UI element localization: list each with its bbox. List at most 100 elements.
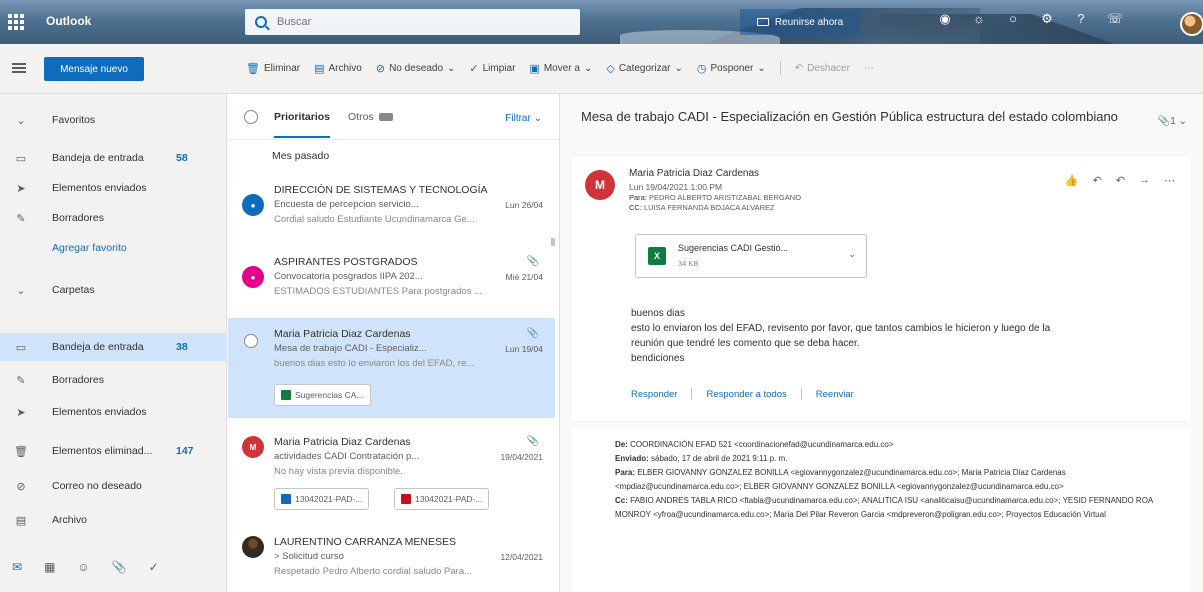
favorites-header[interactable]: ⌄ Favoritos <box>0 106 227 134</box>
app-launcher-icon[interactable] <box>8 14 24 30</box>
attachment-chip[interactable]: 13042021-PAD-... <box>274 488 370 510</box>
attachment-card[interactable]: X Sugerencias CADI Gestió... 34 KB ⌄ <box>635 234 867 278</box>
folder-drafts[interactable]: ✎ Borradores <box>0 366 227 394</box>
excel-file-icon: X <box>648 247 666 265</box>
conversation-count[interactable]: 📎1 ⌄ <box>1158 116 1187 127</box>
folder-deleted[interactable]: 🗑 Elementos eliminad... 147 <box>0 437 227 465</box>
reply-bar: Responder Responder a todos Reenviar <box>631 388 854 400</box>
attachment-chip[interactable]: Sugerencias CA... <box>274 384 371 406</box>
forward-icon[interactable]: → <box>1139 174 1150 187</box>
app-name[interactable]: Outlook <box>46 14 91 28</box>
toolbar-actions: 🗑 Eliminar ▤ Archivo ⊘ No deseado ⌄ ✓ Limpia… <box>246 61 874 75</box>
sender-avatar: M <box>585 170 615 200</box>
megaphone-icon[interactable]: ☏ <box>1106 10 1124 28</box>
message-item[interactable]: M Maria Patricia Diaz Cardenas 📎 activid… <box>228 426 555 520</box>
message-card: M Maria Patricia Diaz Cardenas Lun 19/04… <box>571 156 1191 421</box>
skype-icon[interactable]: ◉ <box>936 10 954 28</box>
hamburger-menu-icon[interactable] <box>12 63 26 73</box>
sender-name: ASPIRANTES POSTGRADOS <box>274 256 418 268</box>
filter-button[interactable]: Filtrar ⌄ <box>505 113 542 124</box>
message-item-selected[interactable]: Maria Patricia Diaz Cardenas 📎 Mesa de t… <box>228 318 555 418</box>
calendar-icon[interactable]: ▦ <box>44 560 55 574</box>
attachment-icon[interactable]: 📎 <box>112 560 127 574</box>
fav-sent[interactable]: ➤ Elementos enviados <box>0 174 227 202</box>
attachment-size: 34 KB <box>678 259 699 268</box>
chevron-down-icon: ⌄ <box>583 62 593 74</box>
trash-icon: 🗑 <box>246 62 260 75</box>
account-avatar[interactable] <box>1180 12 1203 36</box>
mail-icon[interactable]: ✉ <box>12 560 22 574</box>
move-to-button[interactable]: ▣ Mover a ⌄ <box>529 62 592 75</box>
list-header: Prioritarios Otros Filtrar ⌄ <box>228 94 559 140</box>
preview: ESTIMADOS ESTUDIANTES Para postgrados ..… <box>274 286 483 297</box>
undo-icon: ↶ <box>794 62 804 74</box>
preview: buenos dias esto lo enviaron los del EFA… <box>274 358 475 369</box>
folder-move-icon: ▣ <box>529 62 540 75</box>
more-options-icon[interactable]: ⋯ <box>864 63 874 74</box>
like-icon[interactable]: 👍 <box>1065 174 1079 187</box>
header-icons: ◉ ☼ ○ ⚙ ? ☏ <box>936 10 1124 28</box>
cc-recipients: CC: LUISA FERNANDA BOJACA ALVAREZ <box>629 203 775 212</box>
search-icon <box>255 16 267 28</box>
archive-button[interactable]: ▤ Archivo <box>314 62 362 75</box>
chevron-down-icon: ⌄ <box>16 114 26 127</box>
message-item[interactable]: LAURENTINO CARRANZA MENESES > Solicitud … <box>228 526 555 590</box>
select-all-checkbox[interactable] <box>244 110 258 124</box>
lightbulb-icon[interactable]: ☼ <box>970 10 988 28</box>
reply-button[interactable]: Responder <box>631 389 677 400</box>
sender-avatar: M <box>242 436 264 458</box>
chevron-down-icon[interactable]: ⌄ <box>848 249 856 260</box>
more-options-icon[interactable]: ⋯ <box>1164 174 1175 187</box>
chevron-down-icon: ⌄ <box>16 284 26 297</box>
sender-name[interactable]: Maria Patricia Diaz Cardenas <box>629 168 759 179</box>
inbox-icon: ▭ <box>15 152 27 165</box>
junk-button[interactable]: ⊘ No deseado ⌄ <box>376 62 456 75</box>
meet-now-label: Reunirse ahora <box>774 16 844 28</box>
folder-archive[interactable]: ▤ Archivo <box>0 506 227 534</box>
new-message-button[interactable]: Mensaje nuevo <box>44 57 144 81</box>
gear-icon[interactable]: ⚙ <box>1038 10 1056 28</box>
reply-icon[interactable]: ↶ <box>1093 174 1102 187</box>
search-box[interactable] <box>245 9 580 35</box>
add-favorite-link[interactable]: Agregar favorito <box>0 234 227 262</box>
tab-focused[interactable]: Prioritarios <box>274 111 331 138</box>
fav-drafts[interactable]: ✎ Borradores <box>0 204 227 232</box>
help-icon[interactable]: ? <box>1072 10 1090 28</box>
fav-inbox[interactable]: ▭ Bandeja de entrada 58 <box>0 144 227 172</box>
sent-time: Lun 19/04/2021 1:00 PM <box>629 182 723 192</box>
categorize-button[interactable]: ◇ Categorizar ⌄ <box>606 62 683 75</box>
group-header: Mes pasado <box>272 150 330 162</box>
meet-now-button[interactable]: Reunirse ahora <box>740 9 860 35</box>
message-body: buenos dias esto lo enviaron los del EFA… <box>631 308 1051 364</box>
reading-pane: Mesa de trabajo CADI - Especialización e… <box>561 94 1203 592</box>
undo-button[interactable]: ↶ Deshacer <box>795 63 850 74</box>
block-icon: ⊘ <box>16 480 26 493</box>
message-item[interactable]: ● DIRECCIÓN DE SISTEMAS Y TECNOLOGÍA Enc… <box>228 174 555 238</box>
reply-all-icon[interactable]: ↶ <box>1116 174 1125 187</box>
tab-other[interactable]: Otros <box>348 111 393 123</box>
folder-sent[interactable]: ➤ Elementos enviados <box>0 398 227 426</box>
attachment-chip[interactable]: 13042021-PAD-... <box>394 488 490 510</box>
search-input[interactable] <box>277 16 557 28</box>
message-item[interactable]: ● ASPIRANTES POSTGRADOS 📎 Convocatoria p… <box>228 246 555 310</box>
date: Lun 26/04 <box>505 200 543 210</box>
forward-button[interactable]: Reenviar <box>816 389 854 400</box>
folder-junk[interactable]: ⊘ Correo no deseado <box>0 472 227 500</box>
reply-all-button[interactable]: Responder a todos <box>706 389 786 400</box>
quoted-header: De: COORDINACIÓN EFAD 521 <coordinacione… <box>615 440 1153 519</box>
pencil-icon: ✎ <box>16 212 26 225</box>
sweep-button[interactable]: ✓ Limpiar <box>469 62 515 75</box>
snooze-button[interactable]: ◷ Posponer ⌄ <box>697 62 766 75</box>
chevron-down-icon: ⌄ <box>757 62 766 74</box>
select-radio[interactable] <box>244 334 258 348</box>
people-icon[interactable]: ☺ <box>77 560 89 574</box>
chevron-down-icon: ⌄ <box>674 62 683 74</box>
preview: Respetado Pedro Alberto cordial saludo P… <box>274 566 473 577</box>
chevron-down-icon: ⌄ <box>447 62 456 74</box>
folders-header[interactable]: ⌄ Carpetas <box>0 276 227 304</box>
bell-icon[interactable]: ○ <box>1004 10 1022 28</box>
delete-button[interactable]: 🗑 Eliminar <box>246 62 300 75</box>
todo-icon[interactable]: ✓ <box>149 560 159 574</box>
trash-icon: 🗑 <box>14 445 28 458</box>
folder-inbox[interactable]: ▭ Bandeja de entrada 38 <box>0 333 227 361</box>
